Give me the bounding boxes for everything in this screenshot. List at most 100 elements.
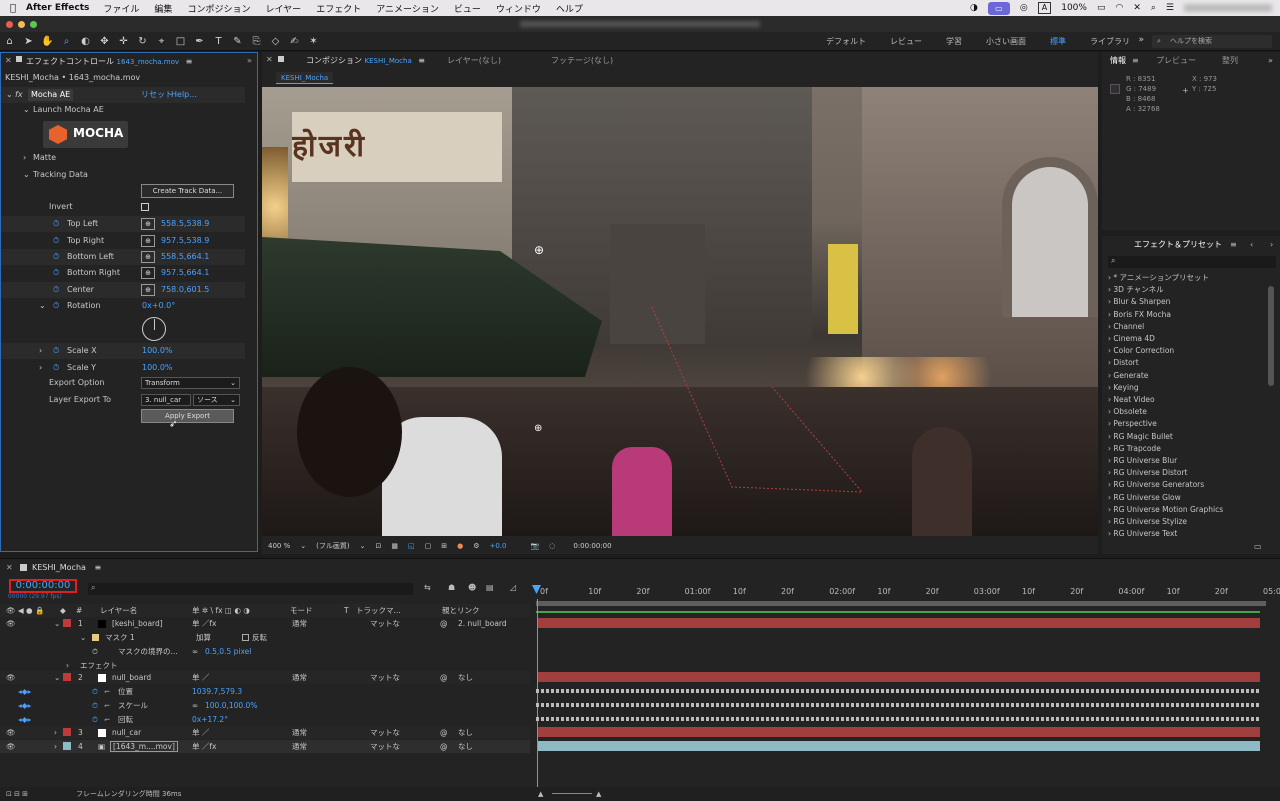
zoom-slider[interactable] [552, 793, 592, 794]
roto-tool-icon[interactable]: ✍ [285, 36, 304, 47]
tab-composition[interactable]: コンポジション KESHI_Mocha ≡ [306, 52, 425, 70]
stopwatch-icon[interactable]: ⏱ [92, 645, 98, 658]
stopwatch-icon[interactable]: ⏱ [92, 699, 98, 712]
effects-category-item[interactable]: › Generate [1108, 370, 1148, 382]
zoom-tool-icon[interactable]: ⌕ [57, 36, 76, 47]
keyframe-track-position[interactable] [536, 689, 1260, 693]
position-value[interactable]: 1039.7,579.3 [192, 685, 242, 698]
expand-arrow-icon[interactable]: › [39, 343, 42, 359]
fx-icon[interactable]: fx [15, 87, 23, 103]
reset-link[interactable]: リセット [141, 87, 173, 103]
stopwatch-icon[interactable]: ⏱ [53, 360, 59, 376]
layer-duration-bar-3[interactable] [538, 727, 1260, 737]
expand-arrow-icon[interactable]: › [39, 360, 42, 376]
dolly-tool-icon[interactable]: ✛ [114, 36, 133, 47]
mask-color-swatch[interactable] [92, 634, 99, 641]
effects-category-item[interactable]: › RG Universe Distort [1108, 467, 1188, 479]
effects-category-item[interactable]: › Blur & Sharpen [1108, 296, 1170, 308]
layer-row-4[interactable]: 👁 › 4 ▣ [1643_m....mov] 单 ／fx 通常 マットな @ … [0, 740, 530, 753]
effects-category-item[interactable]: › RG Trapcode [1108, 443, 1161, 455]
layer-name[interactable]: null_board [112, 671, 151, 684]
tab-align[interactable]: 整列 [1222, 52, 1238, 70]
scale-x-value[interactable]: 100.0% [142, 343, 173, 359]
type-tool-icon[interactable]: T [209, 36, 228, 47]
workspace-review[interactable]: レビュー [890, 36, 922, 47]
layer-parent[interactable]: なし [458, 740, 473, 753]
tab-preview[interactable]: プレビュー [1156, 52, 1196, 70]
pick-whip-icon[interactable]: @ [440, 726, 448, 739]
comp-breadcrumb[interactable]: KESHI_Mocha [276, 72, 334, 84]
rotation-row[interactable]: ◂◆▸ ⏱ ⌐ 回転 0x+17.2° [0, 713, 530, 726]
effects-category-item[interactable]: › 3D チャンネル [1108, 284, 1164, 296]
menu-file[interactable]: ファイル [103, 2, 139, 15]
layer-mode[interactable]: 通常 [292, 671, 307, 684]
position-row[interactable]: ◂◆▸ ⏱ ⌐ 位置 1039.7,579.3 [0, 685, 530, 698]
keyframe-nav-icon[interactable]: ◂◆▸ [18, 713, 31, 726]
expand-arrow-icon[interactable]: › [54, 726, 57, 739]
effects-category-item[interactable]: › Distort [1108, 357, 1139, 369]
fast-previews-icon[interactable]: ⊡ [375, 542, 381, 550]
invert-checkbox[interactable] [141, 203, 149, 211]
stopwatch-icon[interactable]: ⏱ [53, 249, 59, 265]
camera-tool-icon[interactable]: ◐ [76, 36, 95, 47]
stopwatch-icon[interactable]: ⏱ [53, 233, 59, 249]
layer-switches-icon[interactable]: 单 ／fx [192, 740, 216, 753]
layer-row-3[interactable]: 👁 › 3 null_car 单 ／ 通常 マットな @ なし [0, 726, 530, 739]
apply-export-button[interactable]: Apply Export [141, 409, 234, 423]
sync-icon[interactable]: ◎ [1020, 3, 1028, 13]
footer-toggle-icons[interactable]: ⊡ ⊟ ⊞ [6, 787, 28, 801]
pick-whip-icon[interactable]: @ [440, 740, 448, 753]
panel-overflow-icon[interactable]: » [247, 56, 252, 65]
screen-record-icon[interactable]: ▭ [987, 1, 1010, 15]
expand-arrow-icon[interactable]: › [54, 740, 57, 753]
zoom-in-icon[interactable]: ▲ [596, 787, 601, 801]
launch-mocha-row[interactable]: ⌄ Launch Mocha AE [1, 102, 245, 118]
tab-effects-presets[interactable]: エフェクト＆プリセット [1134, 236, 1222, 254]
panel-close-icon[interactable]: ✕ [266, 55, 273, 64]
hand-tool-icon[interactable]: ✋ [38, 36, 57, 47]
menu-animation[interactable]: アニメーション [376, 2, 439, 15]
layer-name[interactable]: null_car [112, 726, 141, 739]
stopwatch-icon[interactable]: ⏱ [53, 282, 59, 298]
graph-icon[interactable]: ⌐ [104, 685, 110, 698]
effects-category-item[interactable]: › Color Correction [1108, 345, 1174, 357]
tab-timeline[interactable]: KESHI_Mocha ≡ [32, 559, 101, 577]
wifi-icon[interactable]: ◠ [1115, 3, 1123, 13]
bottom-right-value[interactable]: 957.5,664.1 [161, 265, 209, 281]
layer-label-color[interactable] [63, 673, 71, 681]
link-icon[interactable]: ∞ [192, 645, 198, 658]
layer-switches-icon[interactable]: 单 ／ [192, 671, 209, 684]
tab-footage[interactable]: フッテージ(なし) [551, 52, 613, 70]
column-layer-name[interactable]: レイヤー名 [100, 604, 137, 617]
pan-tool-icon[interactable]: ✥ [95, 36, 114, 47]
workspace-standard[interactable]: 標準 [1050, 36, 1066, 47]
expand-arrow-icon[interactable]: › [23, 150, 26, 166]
visibility-eye-icon[interactable]: 👁 [6, 726, 16, 739]
layer-duration-bar-1[interactable] [538, 618, 1260, 628]
comp-mini-flowchart-icon[interactable]: ⇆ [424, 583, 431, 592]
resolution-select[interactable]: (フル画質) [316, 541, 349, 551]
effects-category-item[interactable]: › RG Universe Motion Graphics [1108, 504, 1223, 516]
minimize-window-icon[interactable] [18, 21, 25, 28]
current-time-indicator[interactable] [537, 599, 538, 799]
effects-category-item[interactable]: › RG Universe Stylize [1108, 516, 1187, 528]
layer-track-matte[interactable]: マットな [370, 617, 400, 630]
layer-mode[interactable]: 通常 [292, 726, 307, 739]
tracking-data-row[interactable]: ⌄ Tracking Data [1, 167, 245, 183]
export-option-select[interactable]: Transform ⌄ [141, 377, 240, 389]
mocha-launch-button[interactable]: MOCHA [43, 121, 128, 148]
effects-category-item[interactable]: › * アニメーションプリセット [1108, 272, 1209, 284]
layer-row-2[interactable]: 👁 ⌄ 2 null_board 单 ／ 通常 マットな @ なし [0, 671, 530, 684]
panel-menu-icon[interactable]: ≡ [94, 563, 101, 572]
top-left-value[interactable]: 558.5,538.9 [161, 216, 209, 232]
workspace-small-screen[interactable]: 小さい画面 [986, 36, 1026, 47]
layer-parent[interactable]: なし [458, 726, 473, 739]
expand-arrow-icon[interactable]: ⌄ [54, 671, 60, 684]
effects-category-item[interactable]: › Obsolete [1108, 406, 1147, 418]
help-link[interactable]: Help... [171, 87, 197, 103]
layer-switches-icon[interactable]: 单 ／fx [192, 617, 216, 630]
graph-editor-icon[interactable]: ◿ [510, 583, 516, 592]
point-picker-icon[interactable]: ⊕ [141, 218, 155, 230]
stopwatch-icon[interactable]: ⏱ [53, 298, 59, 314]
panel-lock-icon[interactable] [278, 56, 284, 62]
